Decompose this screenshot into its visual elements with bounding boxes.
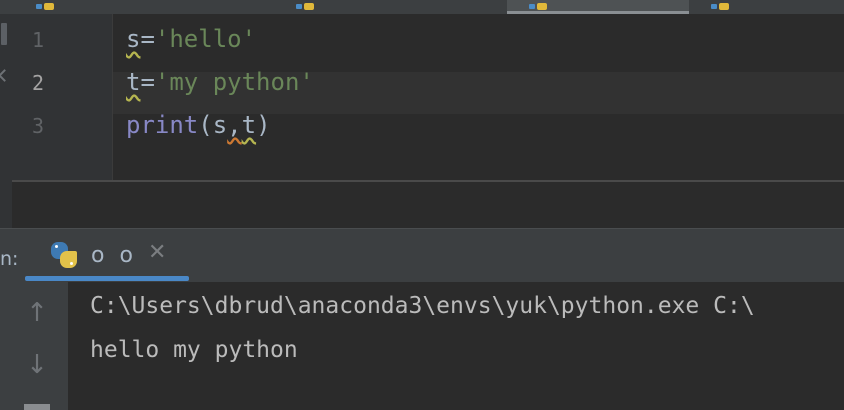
line-number-current: 2: [32, 71, 45, 95]
code-editor[interactable]: s='hello' t='my python' print(s,t): [113, 14, 844, 180]
editor-tab[interactable]: [30, 0, 260, 14]
editor-empty-area: [12, 180, 844, 230]
python-icon: [51, 242, 77, 268]
print-function: print: [126, 111, 199, 139]
wrap-lines-icon[interactable]: [24, 404, 50, 410]
arrow-down-icon[interactable]: ↓: [22, 350, 52, 380]
code-line-1[interactable]: s='hello': [126, 25, 256, 53]
argument-t: t: [241, 111, 257, 139]
code-line-2[interactable]: t='my python': [126, 68, 314, 96]
editor-tab-strip: [0, 0, 844, 14]
run-config-tab[interactable]: o o ✕: [25, 236, 189, 281]
comma: ,: [227, 111, 242, 139]
chevron-left-icon[interactable]: [0, 69, 11, 82]
argument-s: s: [212, 111, 228, 139]
assign-operator: =: [140, 25, 155, 53]
close-paren: ): [256, 111, 271, 139]
string-literal: 'my python': [154, 68, 314, 96]
run-side-toolbar: ↑ ↓: [0, 282, 68, 410]
python-file-icon: [529, 3, 547, 10]
editor-left-strip: [0, 14, 12, 228]
python-file-icon: [711, 3, 729, 10]
console-output[interactable]: C:\Users\dbrud\anaconda3\envs\yuk\python…: [68, 282, 844, 410]
python-file-icon: [36, 3, 54, 10]
string-literal: 'hello': [154, 25, 257, 53]
editor-tab-active[interactable]: [507, 0, 689, 14]
arrow-up-icon[interactable]: ↑: [22, 298, 52, 328]
assign-operator: =: [140, 68, 155, 96]
line-number-gutter: 1 2 3: [12, 14, 112, 180]
python-file-icon: [296, 3, 314, 10]
code-line-3[interactable]: print(s,t): [126, 111, 271, 139]
line-number: 3: [32, 114, 45, 138]
editor-tab[interactable]: [705, 0, 844, 14]
console-line: hello my python: [90, 337, 298, 363]
run-tab-indicator: [25, 276, 189, 281]
variable-s: s: [126, 25, 141, 53]
open-paren: (: [198, 111, 213, 139]
bookmark-marker: [1, 23, 7, 45]
editor-tab[interactable]: [290, 0, 500, 14]
variable-t: t: [126, 68, 141, 96]
run-tab-title: o o: [91, 243, 137, 268]
run-label: n:: [0, 248, 19, 270]
line-number: 1: [32, 28, 45, 52]
close-icon[interactable]: ✕: [148, 242, 166, 264]
console-line: C:\Users\dbrud\anaconda3\envs\yuk\python…: [90, 293, 755, 319]
